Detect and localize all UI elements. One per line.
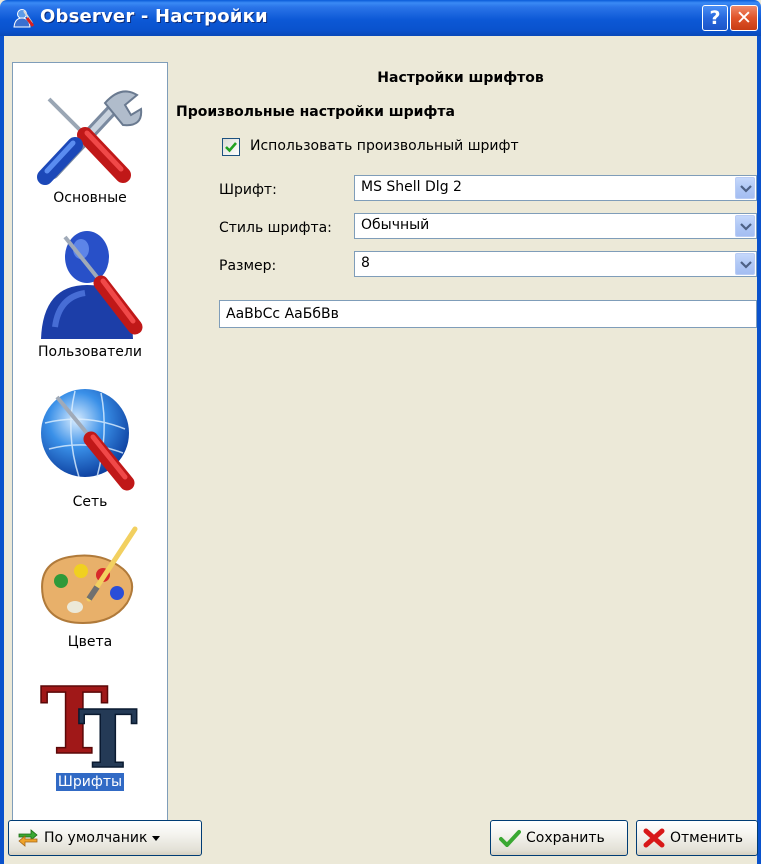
font-size-dropdown-button[interactable] bbox=[735, 253, 755, 275]
font-size-label: Размер: bbox=[219, 258, 277, 274]
font-dropdown-button[interactable] bbox=[735, 177, 755, 199]
window-title: Observer - Настройки bbox=[40, 6, 268, 27]
font-style-value: Обычный bbox=[361, 217, 430, 233]
user-icon bbox=[41, 231, 143, 339]
cancel-button[interactable]: Отменить bbox=[636, 820, 758, 856]
fonts-icon: T T bbox=[39, 667, 138, 771]
tools-icon bbox=[37, 90, 143, 185]
font-size-combobox[interactable]: 8 bbox=[354, 251, 757, 277]
close-icon bbox=[643, 828, 665, 848]
chevron-down-icon bbox=[740, 185, 752, 193]
app-icon bbox=[12, 8, 35, 28]
font-combobox[interactable]: MS Shell Dlg 2 bbox=[354, 175, 757, 201]
close-button[interactable]: ✕ bbox=[730, 5, 758, 31]
checkmark-icon bbox=[225, 142, 237, 153]
chevron-down-icon bbox=[740, 261, 752, 269]
dialog-client-area: Основные Пользователи Сеть Цвета T T Шри… bbox=[4, 36, 758, 864]
defaults-button[interactable]: По умолчаник bbox=[8, 820, 202, 856]
group-title: Произвольные настройки шрифта bbox=[176, 104, 455, 120]
settings-sidebar: Основные Пользователи Сеть Цвета T T Шри… bbox=[12, 62, 168, 832]
window-frame-right bbox=[757, 36, 761, 864]
title-bar[interactable]: Observer - Настройки ? ✕ bbox=[0, 0, 761, 36]
network-globe-icon bbox=[41, 389, 135, 491]
save-button-label: Сохранить bbox=[526, 830, 605, 846]
swap-arrows-icon bbox=[18, 829, 38, 847]
sidebar-item-label: Пользователи bbox=[38, 344, 142, 360]
use-custom-font-checkbox[interactable] bbox=[222, 138, 240, 156]
font-size-value: 8 bbox=[361, 255, 370, 271]
save-button[interactable]: Сохранить bbox=[490, 820, 628, 856]
help-button[interactable]: ? bbox=[702, 5, 728, 31]
font-style-dropdown-button[interactable] bbox=[735, 215, 755, 237]
sidebar-item-fonts[interactable]: T T Шрифты bbox=[13, 667, 167, 791]
checkmark-icon bbox=[499, 830, 521, 847]
svg-text:T: T bbox=[78, 692, 138, 771]
font-label: Шрифт: bbox=[219, 182, 277, 198]
chevron-down-icon bbox=[740, 223, 752, 231]
sidebar-item-users[interactable]: Пользователи bbox=[13, 227, 167, 361]
sidebar-item-label: Основные bbox=[53, 190, 127, 206]
font-value: MS Shell Dlg 2 bbox=[361, 179, 462, 195]
sidebar-item-network[interactable]: Сеть bbox=[13, 383, 167, 511]
sidebar-item-colors[interactable]: Цвета bbox=[13, 523, 167, 651]
section-title: Настройки шрифтов bbox=[377, 70, 544, 86]
defaults-button-label: По умолчаник bbox=[44, 830, 148, 846]
font-preview-text: AaBbCc АаБбВв bbox=[226, 306, 339, 322]
dropdown-caret-icon bbox=[152, 835, 161, 841]
font-style-combobox[interactable]: Обычный bbox=[354, 213, 757, 239]
palette-icon bbox=[41, 526, 138, 625]
font-style-label: Стиль шрифта: bbox=[219, 220, 332, 236]
use-custom-font-label[interactable]: Использовать произвольный шрифт bbox=[250, 138, 519, 154]
cancel-button-label: Отменить bbox=[670, 830, 744, 846]
font-preview-box: AaBbCc АаБбВв bbox=[219, 300, 757, 328]
sidebar-item-label: Сеть bbox=[72, 494, 108, 510]
sidebar-item-general[interactable]: Основные bbox=[13, 81, 167, 207]
sidebar-item-label: Цвета bbox=[67, 634, 113, 650]
sidebar-item-label: Шрифты bbox=[55, 773, 125, 791]
